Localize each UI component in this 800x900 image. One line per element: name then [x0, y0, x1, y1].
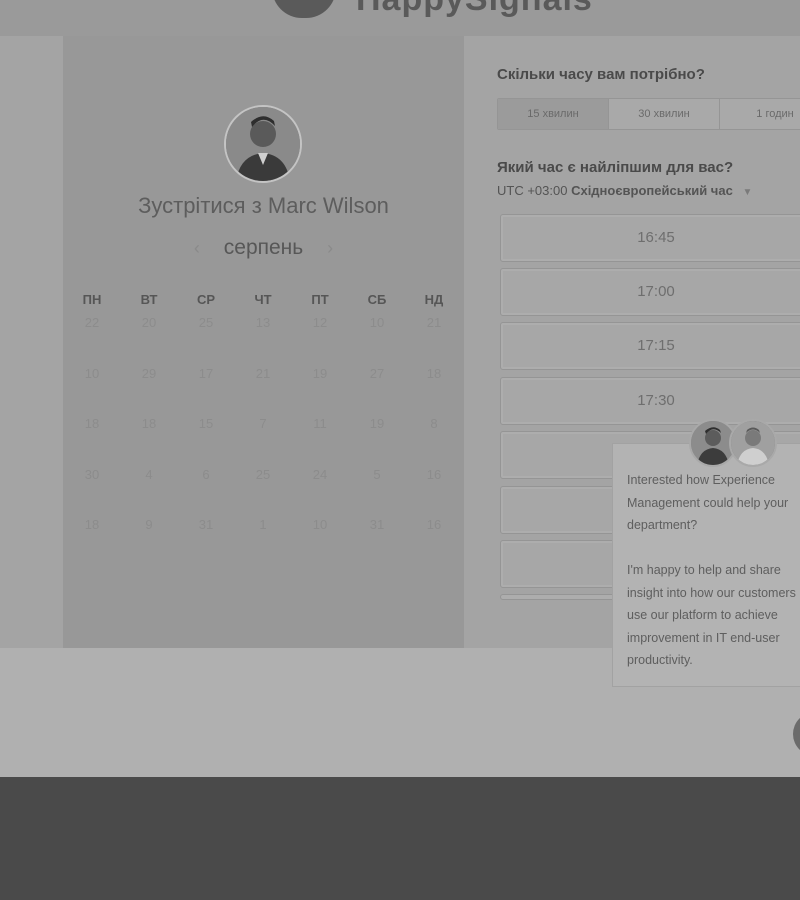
person-icon — [226, 107, 300, 181]
calendar-day[interactable]: 4 — [121, 467, 177, 482]
duration-selector: 15 хвилин 30 хвилин 1 годин — [497, 98, 800, 130]
brand-logo-text: HappySignals — [356, 0, 593, 19]
calendar-day[interactable]: 6 — [178, 467, 234, 482]
calendar-day[interactable]: 31 — [349, 517, 405, 532]
calendar-day[interactable]: 18 — [64, 517, 120, 532]
weekday-sun: НД — [424, 292, 444, 307]
calendar-day[interactable]: 31 — [178, 517, 234, 532]
calendar-day[interactable]: 29 — [121, 366, 177, 381]
weekday-fri: ПТ — [311, 292, 329, 307]
host-avatar — [224, 105, 302, 183]
month-label: серпень — [223, 236, 304, 259]
month-navigation: ‹ серпень › — [63, 236, 464, 260]
weekday-mon: ПН — [82, 292, 102, 307]
calendar-day[interactable]: 25 — [178, 315, 234, 330]
weekday-tue: ВТ — [140, 292, 158, 307]
calendar-day[interactable]: 19 — [349, 416, 405, 431]
meeting-title: Зустрітися з Marc Wilson — [138, 193, 389, 218]
calendar-day[interactable]: 19 — [292, 366, 348, 381]
time-slot[interactable]: 17:30 — [500, 377, 800, 425]
duration-option-30[interactable]: 30 хвилин — [609, 99, 720, 129]
calendar-day[interactable]: 13 — [235, 315, 291, 330]
chat-message: Interested how Experience Management cou… — [627, 473, 796, 667]
time-slot[interactable]: 16:45 — [500, 214, 800, 262]
calendar-day[interactable]: 16 — [406, 467, 462, 482]
calendar-day[interactable]: 1 — [235, 517, 291, 532]
duration-option-15[interactable]: 15 хвилин — [498, 99, 609, 129]
caret-down-icon: ▼ — [742, 187, 753, 198]
calendar-day[interactable]: 11 — [292, 416, 348, 431]
timezone-name: Східноєвропейський час — [571, 183, 733, 198]
calendar-day[interactable]: 5 — [349, 467, 405, 482]
calendar-day[interactable]: 10 — [292, 517, 348, 532]
weekday-wed: СР — [196, 292, 216, 307]
calendar-day[interactable]: 21 — [406, 315, 462, 330]
time-question: Який час є найліпшим для вас? — [497, 159, 734, 176]
calendar-day[interactable]: 18 — [121, 416, 177, 431]
calendar-day[interactable]: 20 — [121, 315, 177, 330]
calendar-day[interactable]: 25 — [235, 467, 291, 482]
calendar-day[interactable]: 27 — [349, 366, 405, 381]
calendar-day[interactable]: 24 — [292, 467, 348, 482]
calendar-day[interactable]: 8 — [406, 416, 462, 431]
calendar-day[interactable]: 21 — [235, 366, 291, 381]
page-footer-area — [0, 777, 800, 900]
page-background-left — [0, 36, 63, 648]
chevron-right-icon[interactable]: › — [309, 238, 351, 258]
agent-avatar — [729, 419, 777, 467]
calendar-day[interactable]: 16 — [406, 517, 462, 532]
person-icon — [731, 421, 775, 465]
calendar-day[interactable]: 18 — [64, 416, 120, 431]
calendar-day[interactable]: 10 — [64, 366, 120, 381]
duration-option-60[interactable]: 1 годин — [720, 99, 800, 129]
chevron-left-icon[interactable]: ‹ — [176, 238, 218, 258]
time-slot[interactable]: 17:15 — [500, 322, 800, 370]
duration-question: Скільки часу вам потрібно? — [497, 66, 705, 83]
time-slot[interactable]: 17:00 — [500, 268, 800, 316]
timezone-offset: UTC +03:00 — [497, 183, 568, 198]
calendar-day[interactable]: 15 — [178, 416, 234, 431]
brand-header: HappySignals — [0, 0, 800, 36]
calendar-day[interactable]: 12 — [292, 315, 348, 330]
timezone-selector[interactable]: UTC +03:00 Східноєвропейський час ▼ — [497, 183, 752, 198]
weekday-sat: СБ — [367, 292, 387, 307]
calendar-day[interactable]: 10 — [349, 315, 405, 330]
logo-speech-bubble-icon — [272, 0, 336, 18]
calendar-day[interactable]: 17 — [178, 366, 234, 381]
calendar-day[interactable]: 7 — [235, 416, 291, 431]
weekday-thu: ЧТ — [254, 292, 272, 307]
calendar-day[interactable]: 18 — [406, 366, 462, 381]
calendar-day[interactable]: 30 — [64, 467, 120, 482]
calendar-day[interactable]: 9 — [121, 517, 177, 532]
calendar-day[interactable]: 22 — [64, 315, 120, 330]
